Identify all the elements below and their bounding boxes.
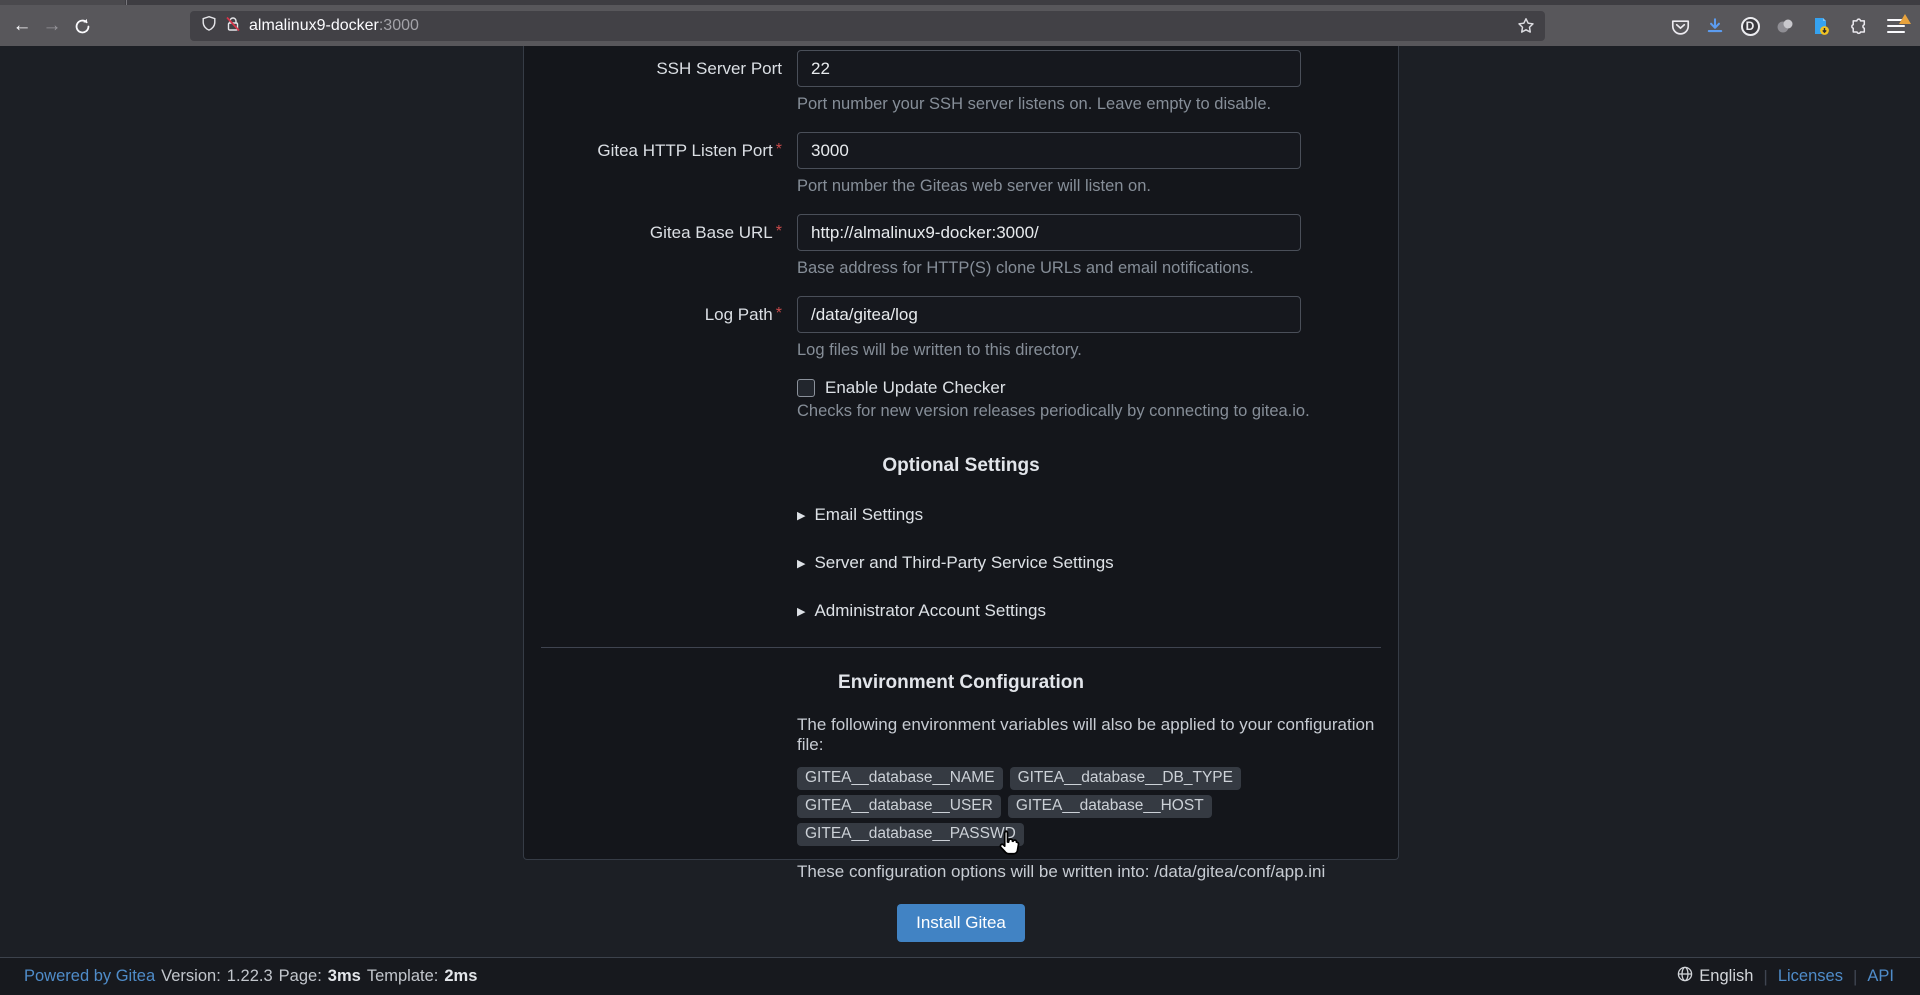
back-button[interactable]: ←: [7, 11, 37, 41]
language-selector[interactable]: English: [1677, 966, 1753, 987]
screenshot-root: ← → almalinux9-docker:30: [0, 0, 1920, 995]
downloads-icon[interactable]: [1700, 11, 1730, 41]
url-bar[interactable]: almalinux9-docker:3000: [190, 11, 1545, 41]
ssh-port-help: Port number your SSH server listens on. …: [797, 94, 1398, 114]
version-label: Version:: [161, 967, 221, 986]
collapse-arrow-icon: ▶: [797, 557, 805, 570]
update-available-badge: [1899, 14, 1911, 24]
extension-d-icon[interactable]: D: [1735, 11, 1765, 41]
form-row-base-url: Gitea Base URL*: [524, 214, 1398, 251]
install-form-panel: SSH Server Port Port number your SSH ser…: [523, 46, 1399, 860]
update-checker-label[interactable]: Enable Update Checker: [825, 378, 1006, 398]
form-row-ssh-port: SSH Server Port: [524, 50, 1398, 87]
base-url-label: Gitea Base URL*: [524, 223, 782, 243]
forward-icon: →: [43, 15, 62, 37]
back-icon: ←: [13, 15, 32, 37]
env-var-badge: GITEA__database__USER: [797, 795, 1001, 818]
url-port-text: :3000: [379, 17, 419, 35]
collapsible-label: Administrator Account Settings: [814, 601, 1046, 621]
pocket-icon[interactable]: [1665, 11, 1695, 41]
environment-config-intro: The following environment variables will…: [797, 715, 1398, 755]
section-divider: [541, 647, 1381, 648]
powered-by-gitea-link[interactable]: Powered by Gitea: [24, 967, 155, 986]
page-time-label: Page:: [279, 967, 322, 986]
update-checker-row: Enable Update Checker: [797, 378, 1398, 398]
extensions-puzzle-icon[interactable]: [1843, 11, 1873, 41]
language-label: English: [1699, 967, 1753, 986]
install-gitea-button[interactable]: Install Gitea: [897, 904, 1025, 942]
http-port-input[interactable]: [797, 132, 1301, 169]
environment-config-heading: Environment Configuration: [524, 672, 1398, 694]
template-time-label: Template:: [367, 967, 439, 986]
forward-button[interactable]: →: [37, 11, 67, 41]
tracking-protection-shield-icon[interactable]: [201, 15, 217, 37]
update-checker-help: Checks for new version releases periodic…: [797, 401, 1398, 421]
extension-doc-download-icon[interactable]: [1806, 11, 1836, 41]
footer-separator: |: [1853, 967, 1857, 987]
api-link[interactable]: API: [1867, 967, 1894, 986]
update-checker-checkbox[interactable]: [797, 379, 815, 397]
required-asterisk: *: [776, 223, 782, 240]
footer-separator: |: [1763, 967, 1767, 987]
collapsible-admin-settings[interactable]: ▶ Administrator Account Settings: [797, 601, 1398, 621]
licenses-link[interactable]: Licenses: [1778, 967, 1843, 986]
log-path-label: Log Path*: [524, 305, 782, 325]
reload-button[interactable]: [67, 11, 97, 41]
optional-settings-heading: Optional Settings: [524, 455, 1398, 477]
base-url-input[interactable]: [797, 214, 1301, 251]
collapsible-server-settings[interactable]: ▶ Server and Third-Party Service Setting…: [797, 553, 1398, 573]
required-asterisk: *: [776, 141, 782, 158]
env-var-badge: GITEA__database__DB_TYPE: [1010, 767, 1241, 790]
site-footer: Powered by Gitea Version: 1.22.3 Page: 3…: [0, 957, 1920, 995]
env-var-badge: GITEA__database__PASSWD: [797, 823, 1024, 846]
page-viewport: SSH Server Port Port number your SSH ser…: [0, 46, 1920, 957]
env-var-badge: GITEA__database__NAME: [797, 767, 1003, 790]
version-value: 1.22.3: [227, 967, 273, 986]
globe-icon: [1677, 966, 1693, 987]
collapse-arrow-icon: ▶: [797, 509, 805, 522]
form-row-log-path: Log Path*: [524, 296, 1398, 333]
extension-circles-icon[interactable]: [1770, 11, 1800, 41]
required-asterisk: *: [776, 305, 782, 322]
log-path-help: Log files will be written to this direct…: [797, 340, 1398, 360]
reload-icon: [74, 18, 91, 35]
ssh-port-label: SSH Server Port: [524, 59, 782, 79]
browser-chrome: ← → almalinux9-docker:30: [0, 0, 1920, 46]
bookmark-star-icon[interactable]: [1517, 17, 1545, 35]
http-port-label: Gitea HTTP Listen Port*: [524, 141, 782, 161]
form-row-http-port: Gitea HTTP Listen Port*: [524, 132, 1398, 169]
insecure-lock-icon[interactable]: [226, 16, 240, 37]
ssh-port-input[interactable]: [797, 50, 1301, 87]
http-port-help: Port number the Giteas web server will l…: [797, 176, 1398, 196]
url-host-text: almalinux9-docker: [249, 17, 379, 35]
collapsible-label: Server and Third-Party Service Settings: [814, 553, 1113, 573]
log-path-input[interactable]: [797, 296, 1301, 333]
template-time-value: 2ms: [444, 967, 477, 986]
environment-variable-badges: GITEA__database__NAME GITEA__database__D…: [797, 767, 1303, 846]
collapse-arrow-icon: ▶: [797, 605, 805, 618]
page-time-value: 3ms: [328, 967, 361, 986]
navigation-toolbar: ← → almalinux9-docker:30: [0, 5, 1920, 46]
environment-config-outro: These configuration options will be writ…: [797, 862, 1398, 882]
env-var-badge: GITEA__database__HOST: [1008, 795, 1212, 818]
collapsible-label: Email Settings: [814, 505, 923, 525]
base-url-help: Base address for HTTP(S) clone URLs and …: [797, 258, 1398, 278]
menu-hamburger-icon[interactable]: [1881, 11, 1911, 41]
collapsible-email-settings[interactable]: ▶ Email Settings: [797, 505, 1398, 525]
